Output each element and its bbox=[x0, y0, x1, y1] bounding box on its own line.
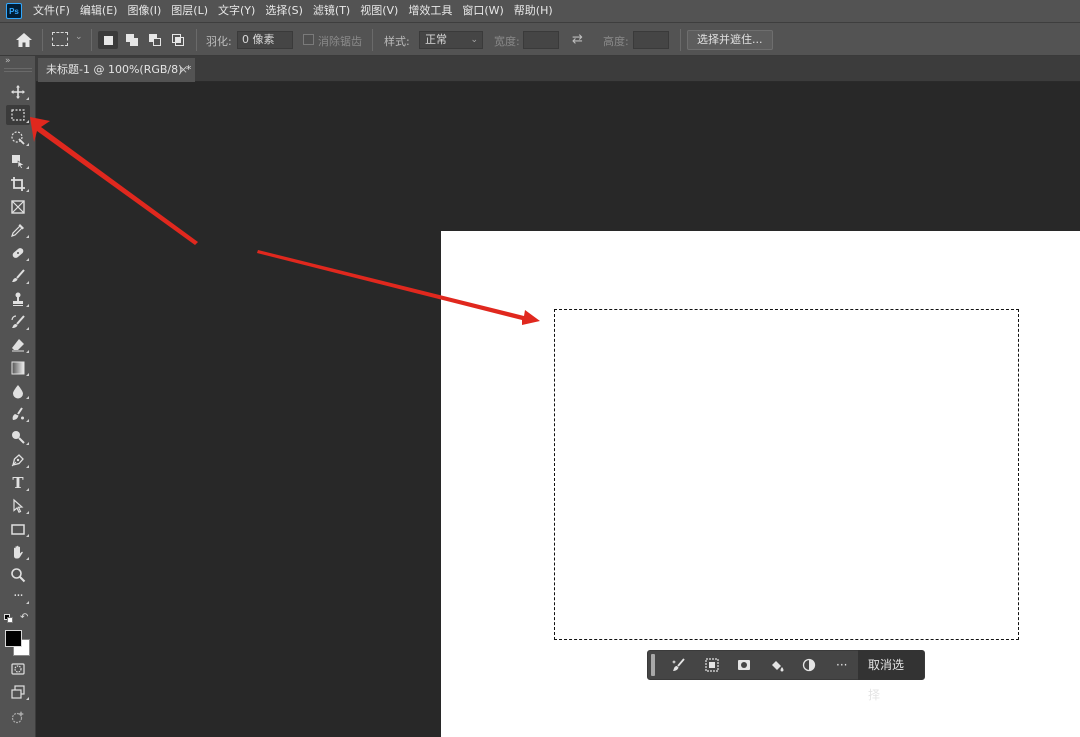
separator bbox=[372, 29, 373, 51]
width-input[interactable] bbox=[523, 31, 559, 49]
tools-panel: » T ··· ↶ bbox=[0, 56, 36, 737]
brush-tool-icon[interactable] bbox=[6, 266, 30, 286]
foreground-color-swatch[interactable] bbox=[5, 630, 22, 647]
blur-tool-icon[interactable] bbox=[6, 381, 30, 401]
close-icon[interactable]: × bbox=[179, 58, 188, 82]
history-brush-tool-icon[interactable] bbox=[6, 312, 30, 332]
menu-bar: Ps 文件(F) 编辑(E) 图像(I) 图层(L) 文字(Y) 选择(S) 滤… bbox=[0, 0, 1080, 22]
menu-filter[interactable]: 滤镜(T) bbox=[308, 0, 355, 22]
object-finder-tool-icon[interactable] bbox=[6, 151, 30, 171]
burn-tool-icon[interactable] bbox=[6, 427, 30, 447]
style-select-value: 正常 bbox=[425, 33, 447, 46]
feather-label: 羽化: bbox=[206, 35, 232, 48]
options-bar: ⌄ 羽化: 0 像素 消除锯齿 样式: 正常 ⌄ 宽度: ⇄ 高度: 选择并遮住… bbox=[0, 22, 1080, 56]
subtract-from-selection-button[interactable] bbox=[145, 31, 165, 49]
separator bbox=[196, 29, 197, 51]
screen-mode-icon[interactable] bbox=[6, 682, 30, 702]
collapse-panel-icon[interactable]: » bbox=[5, 56, 10, 66]
tool-preset-marquee-icon[interactable] bbox=[52, 32, 68, 46]
hand-tool-icon[interactable] bbox=[6, 542, 30, 562]
marquee-selection[interactable] bbox=[554, 309, 1019, 640]
generative-fill-icon[interactable] bbox=[6, 707, 30, 727]
photoshop-logo: Ps bbox=[6, 3, 22, 19]
more-tools-icon[interactable]: ··· bbox=[6, 586, 30, 606]
antialias-checkbox[interactable] bbox=[303, 34, 314, 45]
default-colors-icon[interactable] bbox=[4, 614, 14, 624]
taskbar-drag-handle[interactable] bbox=[651, 654, 655, 676]
height-input[interactable] bbox=[633, 31, 669, 49]
style-label: 样式: bbox=[384, 35, 410, 48]
menu-view[interactable]: 视图(V) bbox=[355, 0, 403, 22]
invert-selection-icon[interactable] bbox=[695, 650, 728, 680]
height-label: 高度: bbox=[603, 35, 629, 48]
style-select[interactable]: 正常 ⌄ bbox=[419, 31, 483, 49]
select-and-mask-button[interactable]: 选择并遮住... bbox=[687, 30, 773, 50]
width-label: 宽度: bbox=[494, 35, 520, 48]
quick-mask-mode-icon[interactable] bbox=[6, 659, 30, 679]
menu-window[interactable]: 窗口(W) bbox=[457, 0, 508, 22]
home-icon[interactable] bbox=[14, 31, 34, 49]
swap-colors-icon[interactable]: ↶ bbox=[20, 612, 28, 623]
clone-stamp-tool-icon[interactable] bbox=[6, 289, 30, 309]
dodge-tool-icon[interactable] bbox=[6, 404, 30, 424]
gradient-tool-icon[interactable] bbox=[6, 358, 30, 378]
menu-image[interactable]: 图像(I) bbox=[122, 0, 166, 22]
document-tab-bar: 未标题-1 @ 100%(RGB/8) * × bbox=[36, 56, 1080, 82]
zoom-tool-icon[interactable] bbox=[6, 565, 30, 585]
menu-layer[interactable]: 图层(L) bbox=[166, 0, 213, 22]
deselect-button[interactable]: 取消选择 bbox=[858, 650, 924, 702]
swap-width-height-icon[interactable]: ⇄ bbox=[572, 32, 583, 47]
crop-tool-icon[interactable] bbox=[6, 174, 30, 194]
generative-fill-brush-icon[interactable] bbox=[663, 650, 696, 680]
menu-file[interactable]: 文件(F) bbox=[28, 0, 75, 22]
rectangle-tool-icon[interactable] bbox=[6, 519, 30, 539]
new-selection-button[interactable] bbox=[98, 31, 118, 49]
more-options-icon[interactable]: ··· bbox=[825, 650, 858, 680]
menu-type[interactable]: 文字(Y) bbox=[213, 0, 260, 22]
contextual-task-bar: ··· 取消选择 bbox=[647, 650, 925, 702]
feather-input[interactable]: 0 像素 bbox=[237, 31, 293, 49]
eyedropper-tool-icon[interactable] bbox=[6, 220, 30, 240]
spot-healing-brush-icon[interactable] bbox=[6, 243, 30, 263]
intersect-selection-button[interactable] bbox=[168, 31, 188, 49]
document-tab-title: 未标题-1 @ 100%(RGB/8) * bbox=[46, 63, 192, 76]
menu-help[interactable]: 帮助(H) bbox=[509, 0, 558, 22]
document-tab[interactable]: 未标题-1 @ 100%(RGB/8) * × bbox=[38, 58, 195, 82]
adjustment-layer-icon[interactable] bbox=[793, 650, 826, 680]
menu-plugins[interactable]: 增效工具 bbox=[403, 0, 457, 22]
menu-edit[interactable]: 编辑(E) bbox=[75, 0, 123, 22]
frame-tool-icon[interactable] bbox=[6, 197, 30, 217]
pen-tool-icon[interactable] bbox=[6, 450, 30, 470]
eraser-tool-icon[interactable] bbox=[6, 335, 30, 355]
object-selection-tool-icon[interactable] bbox=[6, 128, 30, 148]
path-selection-tool-icon[interactable] bbox=[6, 496, 30, 516]
fill-selection-icon[interactable] bbox=[760, 650, 793, 680]
chevron-down-icon: ⌄ bbox=[470, 35, 478, 45]
separator bbox=[42, 29, 43, 51]
type-tool-icon[interactable]: T bbox=[6, 473, 30, 493]
add-to-selection-button[interactable] bbox=[122, 31, 142, 49]
antialias-label: 消除锯齿 bbox=[318, 35, 362, 48]
chevron-down-icon[interactable]: ⌄ bbox=[75, 32, 83, 42]
separator bbox=[680, 29, 681, 51]
rectangular-marquee-tool-icon[interactable] bbox=[6, 105, 30, 125]
separator bbox=[91, 29, 92, 51]
menu-select[interactable]: 选择(S) bbox=[260, 0, 308, 22]
move-tool-icon[interactable] bbox=[6, 82, 30, 102]
panel-grip[interactable] bbox=[4, 68, 32, 72]
create-mask-icon[interactable] bbox=[728, 650, 761, 680]
